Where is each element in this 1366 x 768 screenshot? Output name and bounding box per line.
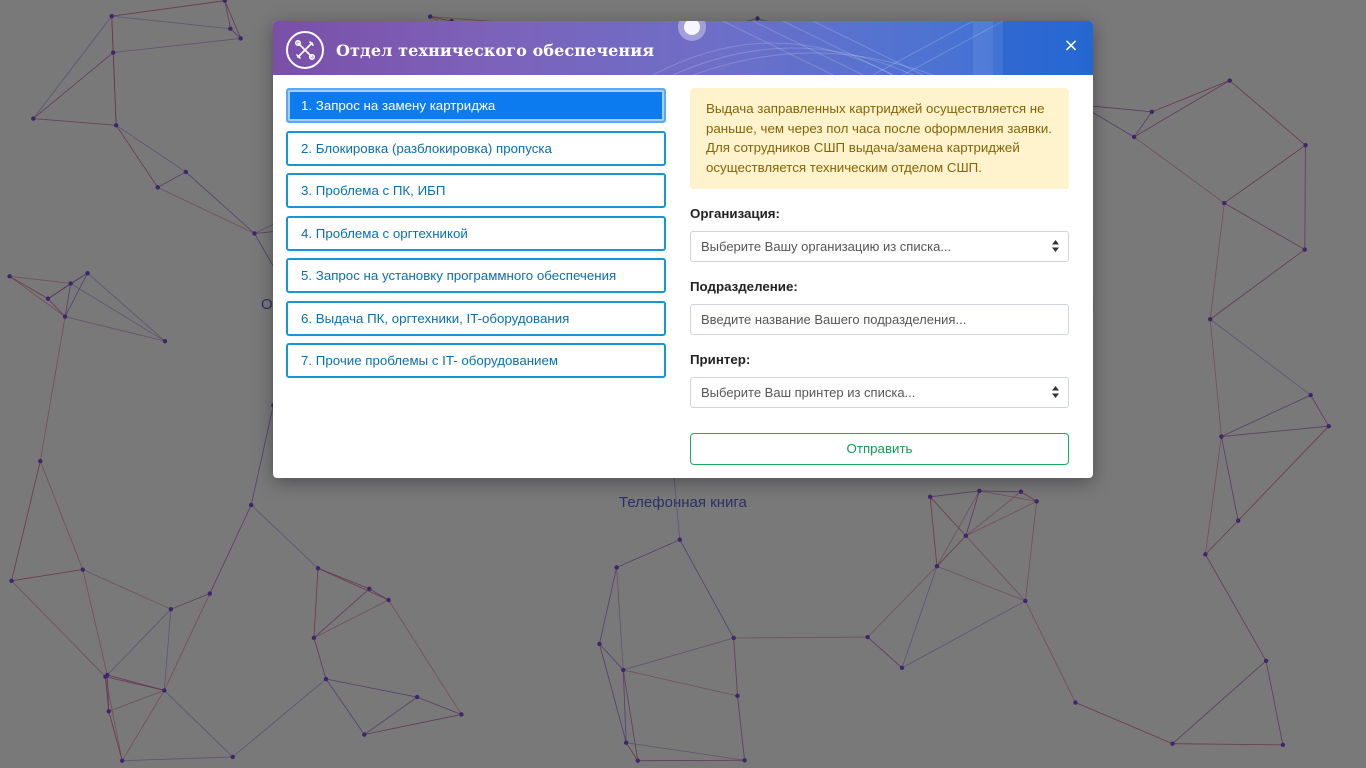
menu-item-other-it[interactable]: 7. Прочие проблемы с IT- оборудованием	[286, 343, 666, 378]
tech-support-modal: Отдел технического обеспечения × 1. Запр…	[273, 21, 1093, 478]
cartridge-info-alert: Выдача заправленных картриджей осуществл…	[690, 88, 1069, 189]
alert-line: раньше, чем через пол часа после оформле…	[706, 120, 1052, 136]
department-input-placeholder: Введите название Вашего подразделения...	[701, 312, 967, 327]
menu-item-software-install[interactable]: 5. Запрос на установку программного обес…	[286, 258, 666, 293]
wrench-screwdriver-icon	[286, 31, 324, 69]
printer-label: Принтер:	[690, 352, 751, 367]
menu-item-equipment-issue[interactable]: 6. Выдача ПК, оргтехники, IT-оборудовани…	[286, 300, 666, 336]
printer-select-value: Выберите Ваш принтер из списка...	[701, 385, 916, 400]
menu-item-cartridge[interactable]: 1. Запрос на замену картриджа	[286, 88, 666, 123]
organization-select-value: Выберите Вашу организацию из списка...	[701, 239, 952, 254]
organization-label: Организация:	[690, 206, 780, 221]
request-form: Выдача заправленных картриджей осуществл…	[690, 88, 1069, 465]
select-arrows-icon	[1052, 240, 1059, 252]
department-input[interactable]: Введите название Вашего подразделения...	[690, 304, 1069, 335]
menu-item-office-equipment[interactable]: 4. Проблема с оргтехникой	[286, 215, 666, 251]
menu-item-pc-ups[interactable]: 3. Проблема с ПК, ИБП	[286, 173, 666, 208]
alert-line: Выдача заправленных картриджей осуществл…	[706, 101, 1045, 116]
printer-select[interactable]: Выберите Ваш принтер из списка...	[690, 377, 1069, 408]
alert-line: осуществляется техническим отделом СШП.	[706, 159, 982, 175]
menu-item-pass-block[interactable]: 2. Блокировка (разблокировка) пропуска	[286, 130, 666, 166]
organization-select[interactable]: Выберите Вашу организацию из списка...	[690, 231, 1069, 262]
modal-header: Отдел технического обеспечения ×	[273, 21, 1093, 75]
select-arrows-icon	[1052, 386, 1059, 398]
submit-button[interactable]: Отправить	[690, 433, 1069, 465]
close-button[interactable]: ×	[1063, 36, 1079, 56]
alert-line: Для сотрудников СШП выдача/замена картри…	[706, 140, 1020, 155]
department-label: Подразделение:	[690, 279, 798, 294]
request-type-list: 1. Запрос на замену картриджа 2. Блокиро…	[286, 88, 666, 386]
modal-title: Отдел технического обеспечения	[336, 41, 655, 60]
